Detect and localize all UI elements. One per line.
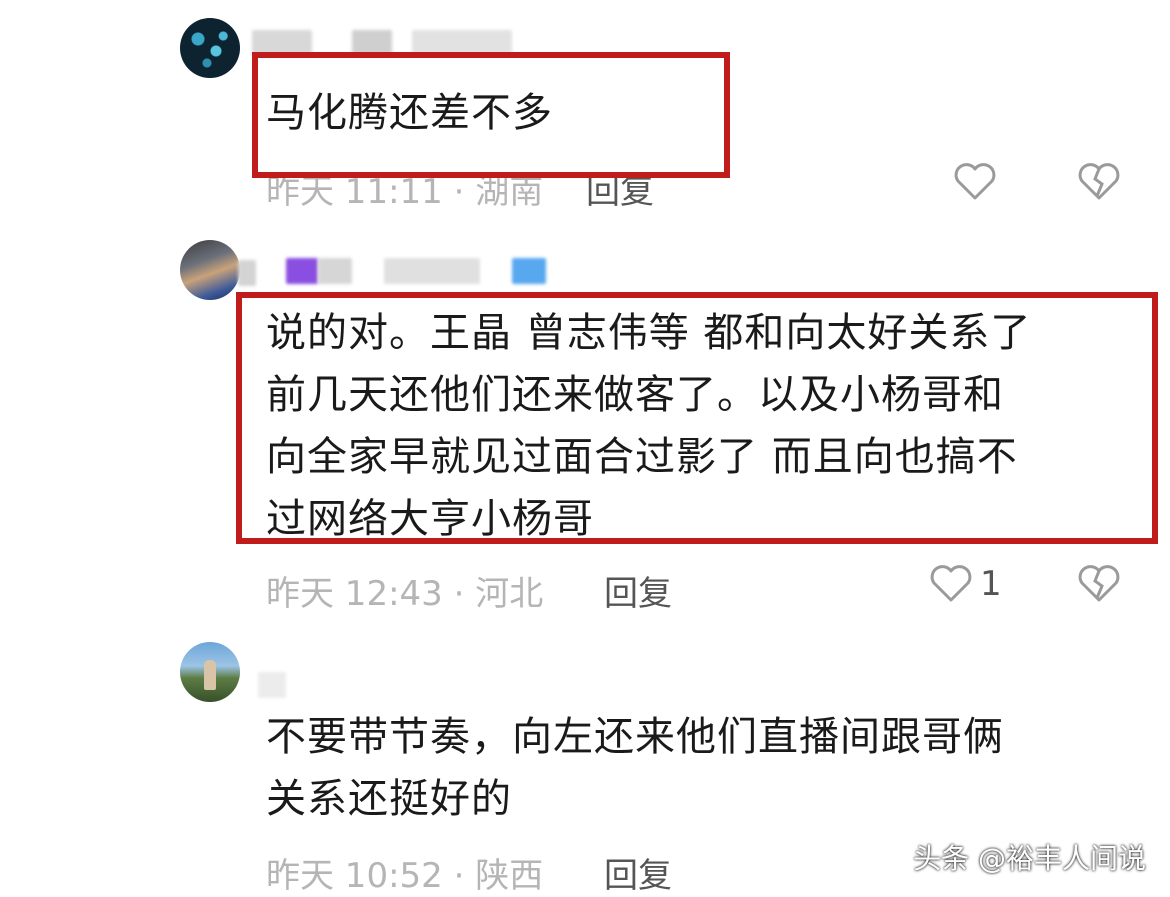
avatar[interactable] (180, 18, 240, 78)
comment-time-location: 昨天 12:43 · 河北 (266, 574, 544, 614)
username-blurred[interactable] (238, 250, 558, 290)
avatar[interactable] (180, 240, 240, 300)
heart-icon[interactable] (928, 562, 974, 604)
like-count: 1 (980, 564, 1002, 604)
highlight-box (236, 292, 1158, 544)
reply-button[interactable]: 回复 (604, 566, 672, 615)
avatar[interactable] (180, 642, 240, 702)
reply-button[interactable]: 回复 (604, 848, 672, 897)
broken-heart-icon[interactable] (1076, 562, 1122, 604)
comment-time-location: 昨天 10:52 · 陕西 (266, 856, 544, 896)
username-blurred[interactable] (258, 668, 298, 698)
watermark: 头条 @裕丰人间说 (913, 842, 1146, 875)
heart-icon[interactable] (952, 160, 998, 202)
broken-heart-icon[interactable] (1076, 160, 1122, 202)
highlight-box (252, 52, 730, 178)
comment-text: 不要带节奏，向左还来他们直播间跟哥俩 关系还挺好的 (266, 714, 1004, 822)
